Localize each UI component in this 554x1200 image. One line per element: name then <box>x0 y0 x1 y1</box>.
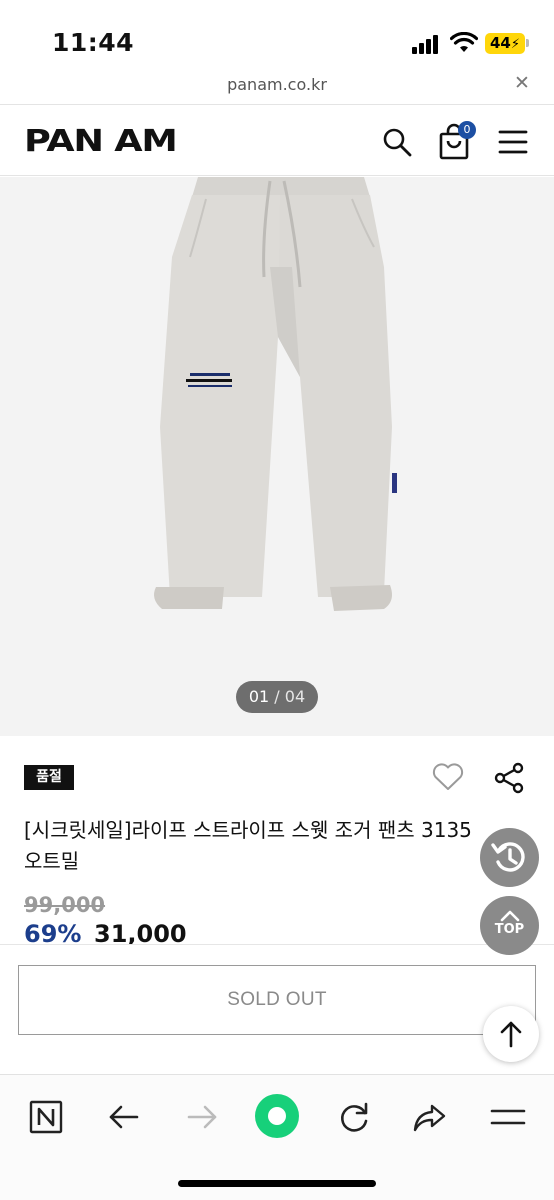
battery-indicator: 44⚡ <box>485 33 525 54</box>
chevron-up-icon <box>500 910 520 922</box>
close-icon[interactable]: ✕ <box>514 72 530 94</box>
status-bar: 11:44 44⚡ <box>0 0 554 68</box>
menu-icon[interactable] <box>498 129 528 155</box>
image-counter: 01 / 04 <box>236 681 318 713</box>
charging-bolt-icon: ⚡ <box>510 37 520 52</box>
sold-out-button[interactable]: SOLD OUT <box>18 965 536 1035</box>
wifi-icon <box>450 32 478 52</box>
back-arrow-icon[interactable] <box>104 1097 144 1137</box>
image-counter-total: 04 <box>284 687 306 706</box>
forward-arrow-icon[interactable] <box>182 1097 222 1137</box>
scroll-to-top-button[interactable]: TOP <box>480 896 539 955</box>
battery-cap <box>526 39 529 47</box>
cellular-signal-icon <box>412 34 442 54</box>
refresh-icon[interactable] <box>334 1097 374 1137</box>
recently-viewed-button[interactable] <box>480 828 539 887</box>
battery-level: 44 <box>489 34 511 52</box>
url-bar[interactable]: panam.co.kr ✕ <box>0 68 554 104</box>
product-photo-sweatpants <box>154 177 397 611</box>
site-header: PAN AM 0 <box>0 104 554 176</box>
heart-icon[interactable] <box>431 762 465 792</box>
status-time: 11:44 <box>52 28 135 57</box>
scroll-up-button[interactable] <box>483 1006 539 1062</box>
arrow-up-icon <box>500 1021 522 1048</box>
product-name: [시크릿세일]라이프 스트라이프 스웻 조거 팬츠 3135 오트밀 <box>24 815 524 877</box>
url-text[interactable]: panam.co.kr <box>0 75 554 94</box>
product-name-line2: 오트밀 <box>24 849 80 873</box>
image-counter-current: 01 <box>248 687 270 706</box>
purchase-bar: SOLD OUT <box>0 944 554 1074</box>
more-menu-icon[interactable] <box>488 1097 528 1137</box>
naver-n-icon[interactable] <box>26 1097 66 1137</box>
home-indicator <box>178 1180 376 1187</box>
sold-out-badge: 품절 <box>24 765 74 790</box>
original-price: 99,000 <box>24 893 106 917</box>
share-icon[interactable] <box>494 762 524 794</box>
search-icon[interactable] <box>382 127 412 157</box>
home-green-icon[interactable] <box>254 1093 300 1139</box>
cart-count-badge: 0 <box>458 121 476 139</box>
product-name-line1: [시크릿세일]라이프 스트라이프 스웻 조거 팬츠 3135 <box>24 818 472 842</box>
top-label: TOP <box>494 922 525 937</box>
brand-logo[interactable]: PAN AM <box>24 124 178 159</box>
history-icon <box>491 842 525 872</box>
share-arrow-icon[interactable] <box>410 1097 450 1137</box>
product-image-gallery[interactable]: 01 / 04 <box>0 177 554 736</box>
image-counter-separator: / <box>274 687 280 706</box>
